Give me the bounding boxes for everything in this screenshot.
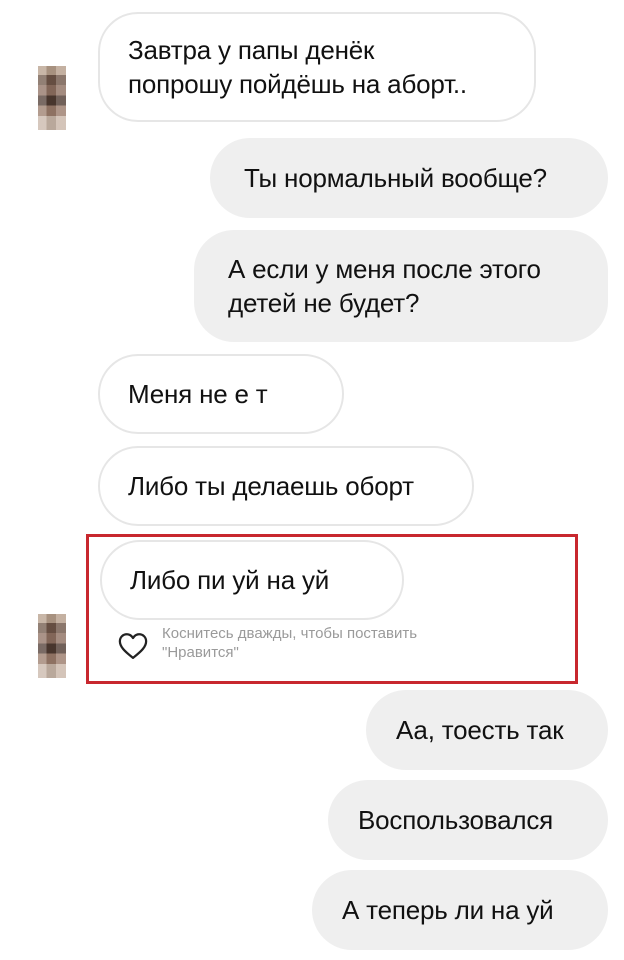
message-incoming[interactable]: Меня не е т: [98, 354, 344, 434]
avatar[interactable]: [38, 614, 66, 678]
heart-outline-icon[interactable]: [118, 632, 148, 660]
message-outgoing[interactable]: А теперь ли на уй: [312, 870, 608, 950]
message-incoming[interactable]: Либо пи уй на уй: [100, 540, 404, 620]
message-outgoing[interactable]: Аа, тоесть так: [366, 690, 608, 770]
like-hint-text: Коснитесь дважды, чтобы поставить "Нрави…: [162, 625, 418, 661]
like-hint-row[interactable]: Коснитесь дважды, чтобы поставить "Нрави…: [118, 624, 568, 662]
message-incoming[interactable]: Завтра у папы денёк попрошу пойдёшь на а…: [98, 12, 536, 122]
message-outgoing[interactable]: А если у меня после этого детей не будет…: [194, 230, 608, 342]
message-outgoing[interactable]: Воспользовался: [328, 780, 608, 860]
message-incoming[interactable]: Либо ты делаешь оборт: [98, 446, 474, 526]
avatar[interactable]: [38, 66, 66, 130]
message-outgoing[interactable]: Ты нормальный вообще?: [210, 138, 608, 218]
